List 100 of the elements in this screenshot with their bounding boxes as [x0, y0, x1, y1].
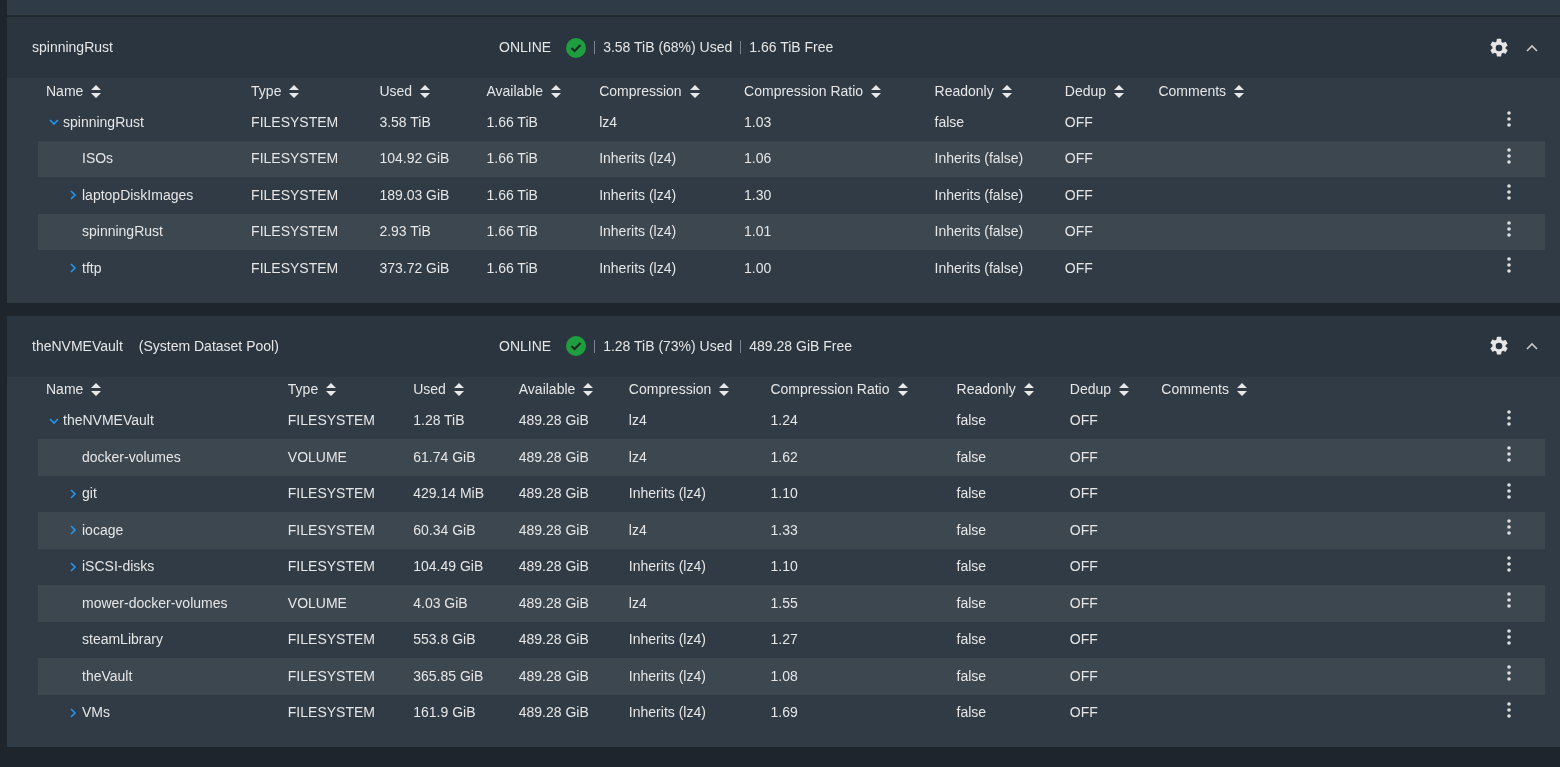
sort-icon[interactable]: [91, 383, 102, 396]
more-options-icon[interactable]: [1507, 147, 1511, 164]
column-header[interactable]: Used: [413, 379, 464, 400]
more-options-icon[interactable]: [1507, 519, 1511, 536]
more-options-icon[interactable]: [1507, 701, 1511, 718]
sort-icon[interactable]: [897, 383, 908, 396]
dataset-name: iSCSI-disks: [82, 557, 155, 577]
pool-note: (System Dataset Pool): [138, 336, 279, 356]
sort-icon[interactable]: [551, 84, 562, 98]
column-header[interactable]: Readonly: [934, 80, 1012, 102]
table-cell: FILESYSTEM: [287, 704, 375, 721]
column-header[interactable]: Available: [518, 379, 594, 400]
chevron-down-icon[interactable]: [49, 117, 59, 128]
table-cell: OFF: [1069, 631, 1098, 648]
sort-icon[interactable]: [1119, 383, 1130, 396]
settings-icon: [1488, 335, 1510, 357]
sort-icon[interactable]: [1001, 84, 1012, 98]
table-cell: 489.28 GiB: [518, 448, 589, 465]
sort-icon[interactable]: [1237, 383, 1247, 396]
table-cell: OFF: [1064, 150, 1093, 167]
pool-name: theNVMEVault: [32, 336, 123, 356]
settings-icon: [1488, 36, 1510, 59]
more-options-icon[interactable]: [1507, 555, 1511, 572]
table-cell: 104.49 GiB: [413, 558, 484, 575]
table-cell: Inherits (false): [934, 186, 1024, 203]
dataset-name: spinningRust: [63, 112, 144, 132]
more-options-icon[interactable]: [1507, 665, 1511, 682]
column-header[interactable]: Type: [251, 80, 300, 102]
table-cell: Inherits (lz4): [599, 259, 677, 276]
table-cell: OFF: [1069, 704, 1098, 721]
sort-icon[interactable]: [91, 84, 102, 98]
table-cell: 1.66 TiB: [486, 186, 538, 203]
column-header[interactable]: Compression Ratio: [744, 80, 882, 102]
more-options-icon[interactable]: [1507, 257, 1511, 274]
dataset-name: iocage: [82, 520, 124, 540]
column-header[interactable]: Compression: [599, 80, 700, 102]
column-header[interactable]: Comments: [1158, 80, 1245, 102]
table-cell: FILESYSTEM: [251, 223, 339, 240]
table-cell: false: [934, 113, 965, 130]
chevron-right-icon[interactable]: [68, 488, 78, 499]
table-cell: FILESYSTEM: [287, 412, 375, 429]
table-cell: 1.06: [744, 150, 772, 167]
table-cell: FILESYSTEM: [287, 521, 375, 538]
column-header[interactable]: Dedup: [1069, 379, 1130, 400]
more-options-icon[interactable]: [1507, 220, 1511, 237]
dataset-name: git: [82, 484, 97, 504]
column-header[interactable]: Readonly: [956, 379, 1034, 400]
chevron-right-icon[interactable]: [68, 707, 78, 718]
table-cell: Inherits (false): [934, 223, 1024, 240]
more-options-icon[interactable]: [1507, 446, 1511, 463]
more-options-icon[interactable]: [1507, 111, 1511, 128]
sort-icon[interactable]: [453, 383, 464, 396]
column-header[interactable]: Dedup: [1064, 80, 1125, 102]
column-header[interactable]: Comments: [1161, 379, 1247, 400]
sort-icon[interactable]: [420, 84, 431, 98]
column-header[interactable]: Compression: [628, 379, 730, 400]
table-cell: OFF: [1064, 186, 1093, 203]
more-options-icon[interactable]: [1507, 628, 1511, 645]
table-cell: false: [956, 594, 987, 611]
dataset-name: theVault: [82, 666, 133, 686]
check-circle-icon: [566, 37, 587, 58]
chevron-right-icon[interactable]: [68, 525, 78, 536]
sort-icon[interactable]: [289, 84, 300, 98]
column-header[interactable]: Name: [46, 379, 102, 400]
column-header[interactable]: Compression Ratio: [770, 379, 908, 400]
sort-icon[interactable]: [1023, 383, 1034, 396]
table-cell: 1.33: [770, 521, 798, 538]
table-cell: 1.03: [744, 113, 772, 130]
sort-icon[interactable]: [689, 84, 700, 98]
table-cell: OFF: [1064, 223, 1093, 240]
sort-icon[interactable]: [719, 383, 730, 396]
table-cell: OFF: [1069, 558, 1098, 575]
column-header[interactable]: Available: [486, 80, 562, 102]
more-options-icon[interactable]: [1507, 482, 1511, 499]
more-options-icon[interactable]: [1507, 184, 1511, 201]
sort-icon[interactable]: [1234, 84, 1245, 98]
sort-icon[interactable]: [326, 383, 337, 396]
column-header[interactable]: Used: [379, 80, 431, 102]
check-circle-icon: [566, 336, 587, 356]
table-cell: 1.66 TiB: [486, 150, 538, 167]
table-cell: 1.10: [770, 558, 798, 575]
sort-icon[interactable]: [1114, 84, 1125, 98]
table-cell: 1.24: [770, 412, 798, 429]
table-cell: 489.28 GiB: [518, 631, 589, 648]
table-cell: 1.55: [770, 594, 798, 611]
more-options-icon[interactable]: [1507, 409, 1511, 426]
column-header[interactable]: Type: [287, 379, 337, 400]
sort-icon[interactable]: [871, 84, 882, 98]
dataset-name: theNVMEVault: [63, 411, 154, 431]
column-header[interactable]: Name: [46, 80, 102, 102]
chevron-right-icon[interactable]: [68, 263, 78, 274]
chevron-right-icon[interactable]: [68, 190, 78, 201]
chevron-down-icon[interactable]: [49, 415, 59, 426]
more-options-icon[interactable]: [1507, 592, 1511, 609]
table-cell: 4.03 GiB: [413, 594, 468, 611]
table-cell: 365.85 GiB: [413, 667, 484, 684]
sort-icon[interactable]: [583, 383, 594, 396]
table-cell: 489.28 GiB: [518, 667, 589, 684]
chevron-right-icon[interactable]: [68, 561, 78, 572]
table-cell: 1.66 TiB: [486, 113, 538, 130]
